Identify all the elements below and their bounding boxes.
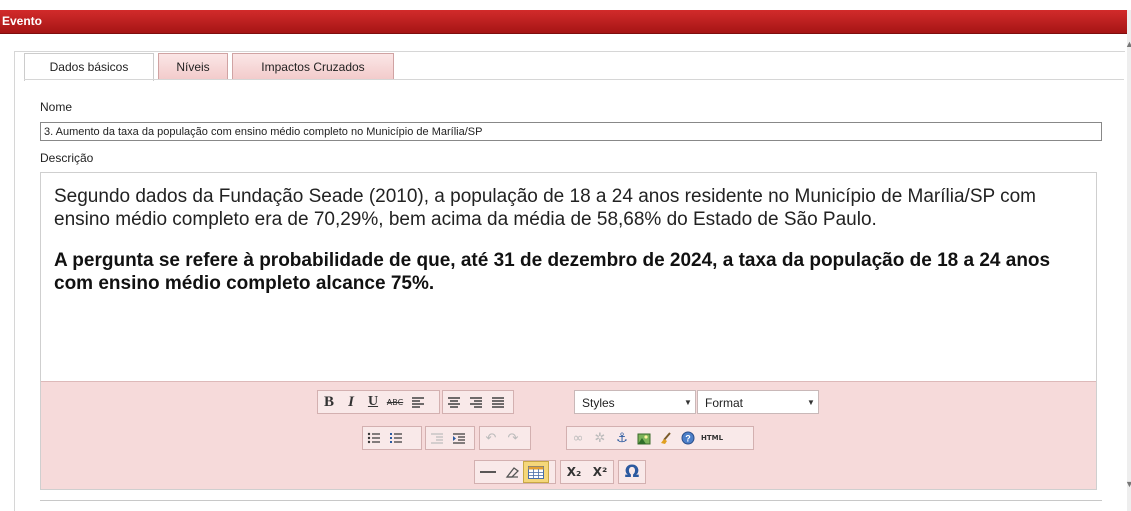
styles-dropdown-value: Styles [582, 396, 615, 410]
subscript-icon[interactable]: X₂ [561, 461, 587, 483]
scroll-up-icon[interactable]: ▲ [1125, 40, 1131, 49]
tab-label: Impactos Cruzados [261, 60, 365, 74]
cleanup-icon[interactable] [655, 427, 677, 449]
tab-label: Dados básicos [49, 60, 129, 74]
script-group: X₂ X² [560, 460, 614, 484]
superscript-icon[interactable]: X² [587, 461, 613, 483]
history-group: ↶ ↷ [479, 426, 531, 450]
align-right-icon[interactable] [465, 391, 487, 413]
tab-dados-basicos[interactable]: Dados básicos [24, 53, 154, 81]
text-style-group: B I U ABC [317, 390, 440, 414]
tab-impactos-cruzados[interactable]: Impactos Cruzados [232, 53, 394, 80]
link-icon[interactable]: ∞ [567, 427, 589, 449]
horizontal-rule-icon[interactable] [475, 461, 501, 483]
editor-toolbar: B I U ABC Styles ▼ Format ▼ ↶ ↷ ∞ ✲ ⚓ ? … [41, 381, 1096, 489]
html-source-icon[interactable]: HTML [699, 427, 725, 449]
chevron-down-icon: ▼ [684, 397, 692, 407]
align-left-icon[interactable] [406, 391, 430, 413]
description-paragraph: Segundo dados da Fundação Seade (2010), … [54, 186, 1036, 230]
indent-group [425, 426, 475, 450]
italic-icon[interactable]: I [340, 391, 362, 413]
strikethrough-icon[interactable]: ABC [384, 391, 406, 413]
form-bottom-divider [40, 500, 1102, 501]
rich-text-editor: Segundo dados da Fundação Seade (2010), … [40, 172, 1097, 490]
styles-dropdown[interactable]: Styles ▼ [574, 390, 696, 414]
special-char-group: Ω [618, 460, 646, 484]
bullet-list-icon[interactable] [363, 427, 385, 449]
outdent-icon[interactable] [426, 427, 448, 449]
scroll-down-icon[interactable]: ▼ [1125, 480, 1131, 489]
special-char-icon[interactable]: Ω [619, 461, 645, 483]
name-label: Nome [40, 100, 73, 114]
editor-content-area[interactable]: Segundo dados da Fundação Seade (2010), … [41, 173, 1096, 381]
image-icon[interactable] [633, 427, 655, 449]
indent-icon[interactable] [448, 427, 470, 449]
svg-text:?: ? [685, 434, 691, 444]
tab-divider [24, 79, 1124, 80]
numbered-list-icon[interactable] [385, 427, 407, 449]
chevron-down-icon: ▼ [807, 397, 815, 407]
alignment-group [442, 390, 514, 414]
remove-format-icon[interactable] [501, 461, 523, 483]
tab-niveis[interactable]: Níveis [158, 53, 228, 80]
align-justify-icon[interactable] [487, 391, 509, 413]
format-dropdown[interactable]: Format ▼ [697, 390, 819, 414]
format-dropdown-value: Format [705, 396, 744, 410]
unlink-icon[interactable]: ✲ [589, 427, 611, 449]
window-title: Evento [2, 14, 43, 28]
anchor-icon[interactable]: ⚓ [611, 427, 633, 449]
undo-icon[interactable]: ↶ [480, 427, 502, 449]
vertical-scrollbar[interactable] [1127, 10, 1131, 511]
name-input[interactable] [40, 122, 1102, 141]
bold-icon[interactable]: B [318, 391, 340, 413]
align-center-icon[interactable] [443, 391, 465, 413]
description-label: Descrição [40, 151, 94, 165]
window-title-bar: Evento [0, 10, 1127, 34]
description-question: A pergunta se refere à probabilidade de … [54, 250, 1051, 294]
insert-group: ∞ ✲ ⚓ ? HTML [566, 426, 754, 450]
underline-icon[interactable]: U [362, 391, 384, 413]
tab-label: Níveis [176, 60, 210, 74]
table-icon[interactable] [523, 461, 549, 483]
redo-icon[interactable]: ↷ [502, 427, 524, 449]
misc-group [474, 460, 556, 484]
help-icon[interactable]: ? [677, 427, 699, 449]
list-group [362, 426, 422, 450]
